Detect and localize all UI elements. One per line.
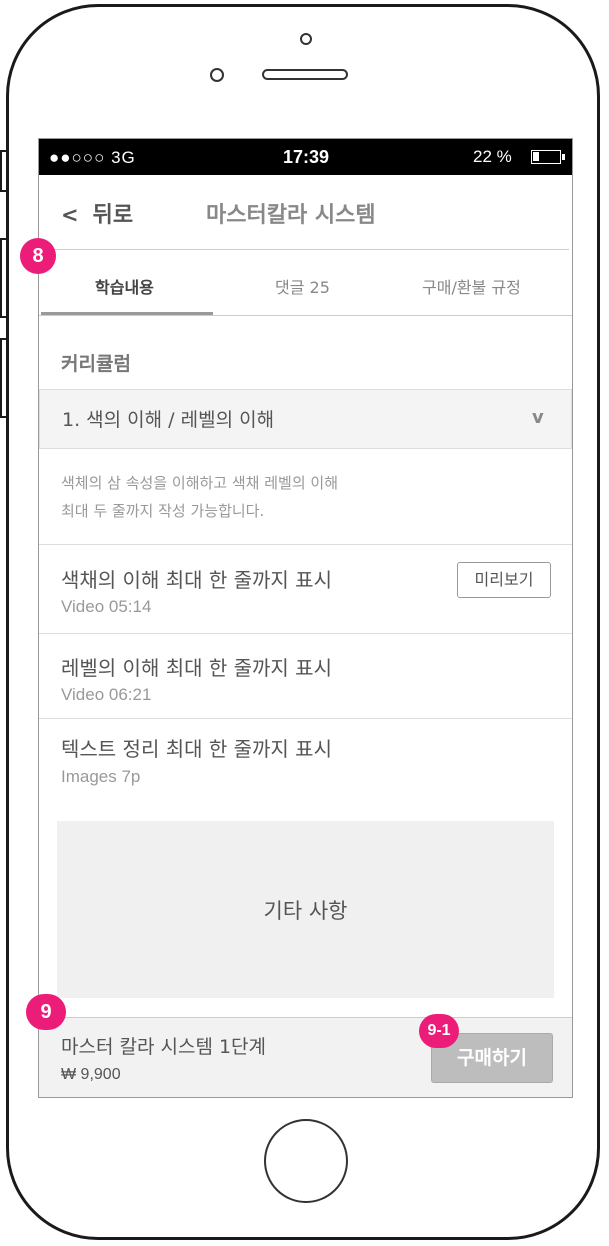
lesson-title[interactable]: 텍스트 정리 최대 한 줄까지 표시: [61, 733, 332, 762]
lesson-meta: Video 05:14: [61, 597, 152, 616]
annotation-badge-8: 8: [20, 238, 56, 274]
proximity-sensor: [210, 68, 224, 82]
back-label: 뒤로: [92, 203, 134, 228]
lesson-meta: Images 7p: [61, 767, 141, 786]
earpiece-speaker: [262, 69, 348, 80]
back-button[interactable]: < 뒤로: [61, 197, 133, 229]
chevron-down-icon: v: [532, 407, 544, 428]
etc-label: 기타 사항: [263, 899, 348, 923]
annotation-badge-9-1: 9-1: [419, 1014, 459, 1048]
divider: [39, 544, 572, 545]
lesson-title[interactable]: 색채의 이해 최대 한 줄까지 표시: [61, 564, 332, 593]
chapter-title: 1. 색의 이해 / 레벨의 이해: [62, 409, 275, 431]
description-line: 색체의 삼 속성을 이해하고 색채 레벨의 이해: [61, 474, 339, 492]
annotation-badge-9: 9: [26, 994, 66, 1030]
battery-percent: 22 %: [473, 147, 512, 166]
tabs-divider: [39, 315, 572, 316]
nav-header: < 뒤로 마스터칼라 시스템: [39, 175, 572, 249]
preview-button[interactable]: 미리보기: [457, 562, 551, 598]
lesson-title[interactable]: 레벨의 이해 최대 한 줄까지 표시: [61, 652, 332, 681]
etc-section: 기타 사항: [57, 821, 554, 998]
tab-refund-policy[interactable]: 구매/환불 규정: [422, 274, 521, 298]
curriculum-heading: 커리큘럼: [61, 353, 131, 375]
front-camera: [300, 33, 312, 45]
tab-bar: 학습내용 댓글 25 구매/환불 규정: [39, 250, 572, 316]
app-screen: ●●○○○ 3G 17:39 22 % < 뒤로 마스터칼라 시스템 학습내용 댓…: [38, 138, 573, 1098]
purchase-bar: 마스터 칼라 시스템 1단계 ₩ 9,900 구매하기: [39, 1017, 572, 1097]
battery-fill: [533, 152, 539, 161]
product-price: ₩ 9,900: [61, 1066, 121, 1083]
divider: [39, 633, 572, 634]
volume-down-button: [0, 338, 6, 418]
battery-tip: [562, 154, 565, 160]
tab-lesson-content[interactable]: 학습내용: [95, 274, 154, 298]
home-button[interactable]: [264, 1119, 348, 1203]
divider: [39, 718, 572, 719]
lesson-meta: Video 06:21: [61, 685, 152, 704]
battery-icon: [531, 150, 565, 164]
chevron-left-icon: <: [61, 203, 79, 227]
volume-up-button: [0, 238, 6, 318]
status-time: 17:39: [283, 147, 330, 167]
chapter-accordion[interactable]: 1. 색의 이해 / 레벨의 이해 v: [39, 389, 572, 449]
page-title: 마스터칼라 시스템: [206, 203, 376, 228]
chapter-description: 색체의 삼 속성을 이해하고 색채 레벨의 이해 최대 두 줄까지 작성 가능합…: [61, 469, 338, 525]
product-name: 마스터 칼라 시스템 1단계: [61, 1036, 267, 1058]
signal-indicator: ●●○○○ 3G: [49, 148, 136, 167]
status-bar: ●●○○○ 3G 17:39 22 %: [39, 139, 572, 175]
description-line: 최대 두 줄까지 작성 가능합니다.: [61, 502, 265, 520]
tab-comments[interactable]: 댓글 25: [275, 274, 330, 298]
mute-switch: [0, 150, 6, 192]
